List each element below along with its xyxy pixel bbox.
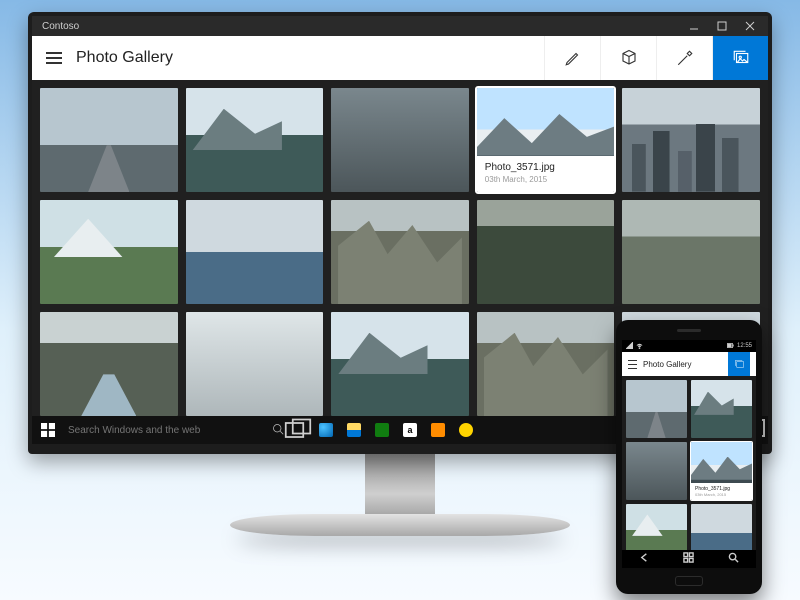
taskbar-app-amazon[interactable]: a (396, 416, 424, 444)
gallery-tool-button[interactable] (712, 36, 768, 80)
gallery-icon (734, 359, 745, 370)
wifi-icon (636, 342, 643, 351)
battery-icon (727, 342, 734, 351)
app-title: Photo Gallery (76, 49, 173, 67)
cube-icon (620, 49, 638, 67)
phone-photo-date: 03th March, 2015 (695, 492, 748, 497)
phone-search-button[interactable] (728, 550, 739, 568)
photo-thumbnail[interactable] (186, 312, 324, 416)
phone-app-title: Photo Gallery (643, 360, 691, 369)
color-picker-tool-button[interactable] (656, 36, 712, 80)
phone-photo-meta: Photo_3571.jpg 03th March, 2015 (691, 483, 752, 500)
photo-thumbnail[interactable] (331, 88, 469, 192)
photo-thumbnail-selected[interactable]: Photo_3571.jpg 03th March, 2015 (477, 88, 615, 192)
windows-logo-icon (41, 423, 55, 437)
photo-date: 03th March, 2015 (485, 175, 607, 184)
photo-thumbnail[interactable] (40, 200, 178, 304)
taskbar-app-edge[interactable] (312, 416, 340, 444)
photo-filename: Photo_3571.jpg (485, 162, 607, 173)
photo-thumbnail[interactable] (186, 88, 324, 192)
phone-body: 12:55 Photo Gallery Photo_3571.jpg (616, 320, 762, 594)
monitor-stand-base (230, 514, 570, 536)
phone-photo-thumbnail-selected[interactable]: Photo_3571.jpg 03th March, 2015 (691, 442, 752, 500)
phone-earpiece (677, 329, 701, 332)
phone-status-bar: 12:55 (622, 340, 756, 352)
phone-home-button[interactable] (683, 550, 694, 568)
edit-tool-button[interactable] (544, 36, 600, 80)
phone-photo-thumbnail[interactable] (691, 380, 752, 438)
photo-meta: Photo_3571.jpg 03th March, 2015 (477, 156, 615, 192)
app-header: Photo Gallery (32, 36, 768, 80)
phone-hamburger-icon[interactable] (628, 360, 637, 369)
taskbar-search[interactable] (64, 423, 284, 438)
taskbar-app-explorer[interactable] (340, 416, 368, 444)
phone-photo-thumbnail[interactable] (626, 504, 687, 550)
phone-back-button[interactable] (639, 550, 650, 568)
photo-thumbnail[interactable] (40, 88, 178, 192)
phone-nav-bar (622, 550, 756, 568)
photo-thumbnail[interactable] (622, 88, 760, 192)
phone-app-header: Photo Gallery (622, 352, 756, 376)
photo-thumbnail[interactable] (40, 312, 178, 416)
taskbar-app-globe[interactable] (452, 416, 480, 444)
photo-thumbnail[interactable] (477, 312, 615, 416)
phone-gallery-tool-button[interactable] (728, 352, 750, 376)
task-view-button[interactable] (284, 416, 312, 444)
phone-device: 12:55 Photo Gallery Photo_3571.jpg (616, 320, 762, 594)
photo-thumbnail[interactable] (622, 200, 760, 304)
photo-thumbnail[interactable] (477, 200, 615, 304)
window-titlebar: Contoso (32, 16, 768, 36)
phone-screen: 12:55 Photo Gallery Photo_3571.jpg (622, 340, 756, 568)
phone-status-time: 12:55 (737, 343, 752, 349)
taskbar-app-store[interactable] (368, 416, 396, 444)
phone-photo-thumbnail[interactable] (626, 442, 687, 500)
taskbar-search-input[interactable] (68, 425, 266, 436)
window-minimize-button[interactable] (680, 16, 708, 36)
eyedropper-icon (676, 49, 694, 67)
signal-icon (626, 342, 633, 351)
hamburger-menu-icon[interactable] (46, 50, 62, 66)
phone-photo-thumbnail[interactable] (626, 380, 687, 438)
photo-thumbnail[interactable] (331, 200, 469, 304)
window-close-button[interactable] (736, 16, 764, 36)
3d-tool-button[interactable] (600, 36, 656, 80)
start-button[interactable] (32, 423, 64, 437)
window-title: Contoso (42, 21, 79, 32)
pencil-icon (564, 49, 582, 67)
monitor-stand-neck (365, 452, 435, 522)
phone-photo-thumbnail[interactable] (691, 504, 752, 550)
search-icon (272, 423, 284, 438)
window-maximize-button[interactable] (708, 16, 736, 36)
taskbar-app-3d[interactable] (424, 416, 452, 444)
phone-photo-grid[interactable]: Photo_3571.jpg 03th March, 2015 (622, 376, 756, 550)
photo-thumbnail[interactable] (186, 200, 324, 304)
gallery-icon (732, 49, 750, 67)
task-view-icon (284, 416, 312, 444)
phone-hardware-button (675, 576, 703, 586)
photo-thumbnail[interactable] (331, 312, 469, 416)
